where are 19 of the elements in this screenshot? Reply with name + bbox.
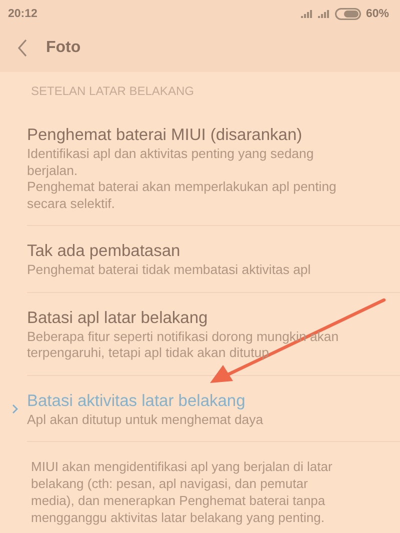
option-title: Tak ada pembatasan <box>27 241 182 262</box>
footer-note: MIUI akan mengidentifikasi apl yang berjalan di latar belakang (cth: pesan, apl navigasi, dan pemutar media), dan menerapkan Penghemat baterai tanpa mengganggu aktivitas latar belakang yang penting. <box>30 458 334 526</box>
signal-icon <box>300 10 313 18</box>
signal-icon <box>318 10 330 18</box>
page-title: Foto <box>46 39 81 57</box>
option-title: Penghemat baterai MIUI (disarankan) <box>27 125 304 146</box>
option-description: Identifikasi apl dan aktivitas penting yang sedang berjalan. Penghemat baterai akan memperlakukan apl penting secara selektif. <box>27 146 338 212</box>
battery-icon <box>334 8 361 20</box>
option-item[interactable]: Tak ada pembatasan Penghemat baterai tidak membatasi aktivitas apl <box>27 226 400 292</box>
status-time: 20:12 <box>8 8 38 20</box>
chevron-icon <box>12 404 18 414</box>
option-description: Penghemat baterai tidak membatasi aktivitas apl <box>27 262 311 278</box>
option-title: Batasi aktivitas latar belakang <box>27 390 246 412</box>
option-title: Batasi apl latar belakang <box>27 308 209 328</box>
option-item[interactable]: Penghemat baterai MIUI (disarankan) Identifikasi apl dan aktivitas penting yang sedang berjalan. Penghemat baterai akan memperlakukan apl penting secara selektif. <box>27 110 400 226</box>
back-button[interactable] <box>18 39 28 57</box>
option-description: Beberapa fitur seperti notifikasi dorong mungkin akan terpengaruhi, tetapi apl tidak akan ditutup <box>27 328 340 362</box>
option-description: Apl akan ditutup untuk menghemat daya <box>27 412 264 428</box>
battery-percentage: 60% <box>366 8 389 20</box>
